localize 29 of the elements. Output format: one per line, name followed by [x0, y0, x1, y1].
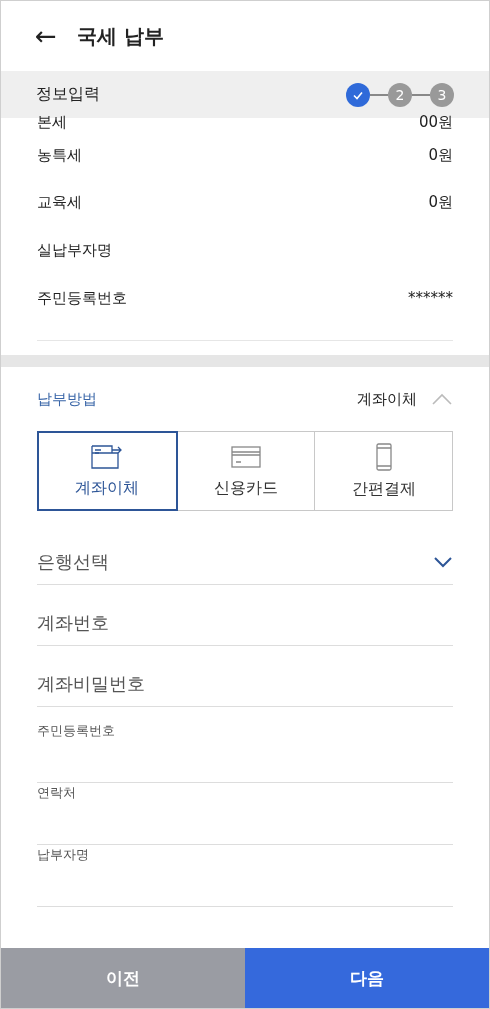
summary-value: 0원	[428, 145, 453, 165]
payment-method-tab[interactable]: 계좌이체	[37, 431, 178, 511]
selected-method: 계좌이체	[357, 389, 417, 409]
summary-value: ******	[408, 289, 453, 307]
summary-value: 00원	[418, 113, 453, 132]
bank-select[interactable]: 은행선택	[37, 539, 453, 585]
collapse-icon[interactable]	[431, 393, 453, 405]
input-field[interactable]: 주민등록번호	[37, 722, 453, 783]
input-field[interactable]: 계좌번호	[37, 600, 453, 646]
step-number: 3	[430, 82, 454, 107]
step-title: 정보입력	[36, 84, 100, 105]
input-field[interactable]: 연락처	[37, 784, 453, 845]
summary-label: 농특세	[37, 145, 82, 165]
back-button[interactable]: ←	[35, 23, 57, 49]
input-field[interactable]: 계좌비밀번호	[37, 661, 453, 707]
next-button[interactable]: 다음	[245, 948, 489, 1008]
step-number: 2	[388, 82, 412, 107]
payment-method-tab[interactable]: 신용카드	[177, 431, 316, 511]
summary-value: 0원	[428, 192, 453, 212]
summary-label: 본세	[37, 113, 67, 132]
input-field[interactable]: 납부자명	[37, 846, 453, 907]
payment-method-tab[interactable]: 간편결제	[315, 431, 453, 511]
dropdown-icon	[433, 555, 453, 568]
summary-label: 교육세	[37, 192, 82, 212]
page-title: 국세 납부	[76, 22, 164, 50]
section-title: 납부방법	[37, 389, 98, 409]
summary-label: 실납부자명	[37, 240, 112, 260]
summary-label: 주민등록번호	[37, 288, 127, 308]
credit-card-icon	[229, 443, 263, 470]
